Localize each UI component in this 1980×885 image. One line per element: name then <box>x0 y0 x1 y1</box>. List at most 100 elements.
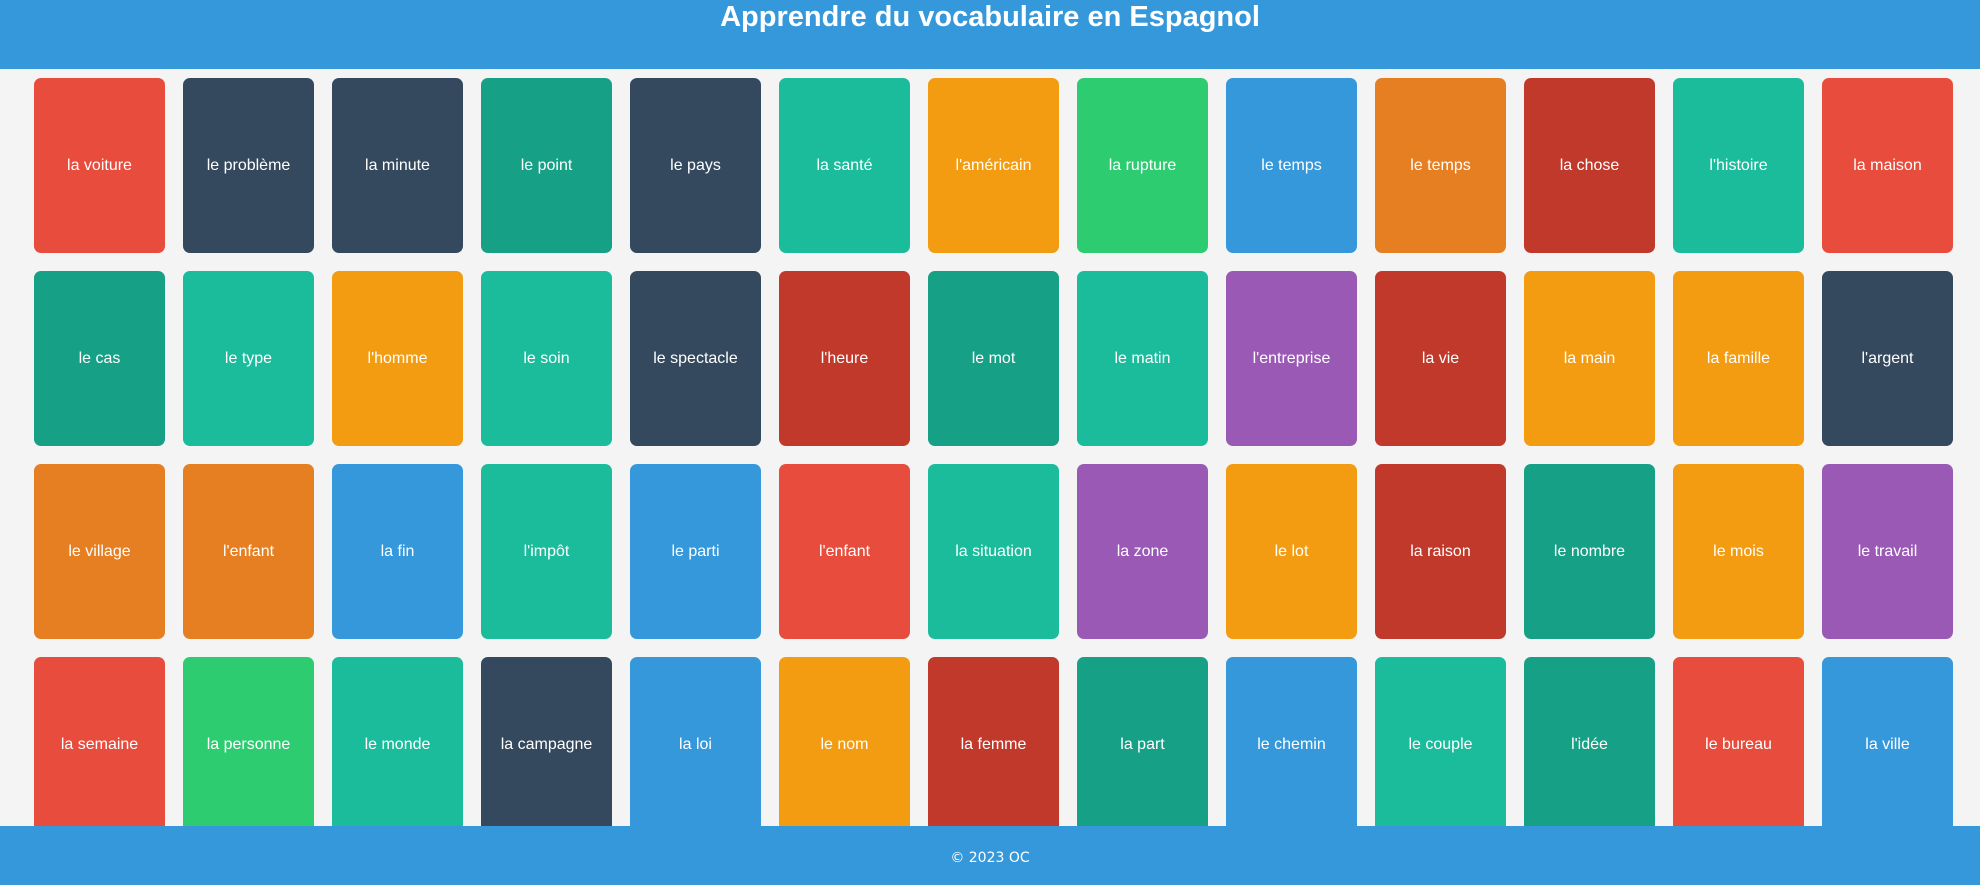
vocabulary-card-label: la minute <box>365 156 430 174</box>
vocabulary-card[interactable]: le problème <box>183 78 314 253</box>
vocabulary-card[interactable]: l'argent <box>1822 271 1953 446</box>
vocabulary-card-label: le chemin <box>1257 735 1326 753</box>
page-title: Apprendre du vocabulaire en Espagnol <box>720 1 1260 33</box>
vocabulary-card[interactable]: la semaine <box>34 657 165 832</box>
vocabulary-card[interactable]: la santé <box>779 78 910 253</box>
vocabulary-card[interactable]: la zone <box>1077 464 1208 639</box>
vocabulary-card[interactable]: l'américain <box>928 78 1059 253</box>
vocabulary-card-label: le cas <box>78 349 121 367</box>
vocabulary-card[interactable]: la raison <box>1375 464 1506 639</box>
page-footer: © 2023 OC <box>0 826 1980 885</box>
vocabulary-card-label: la chose <box>1559 156 1620 174</box>
vocabulary-card-label: la famille <box>1706 349 1771 367</box>
vocabulary-card-label: l'histoire <box>1709 156 1768 174</box>
vocabulary-card-label: la main <box>1563 349 1616 367</box>
vocabulary-card[interactable]: l'entreprise <box>1226 271 1357 446</box>
vocabulary-card-label: l'homme <box>367 349 428 367</box>
vocabulary-card[interactable]: la situation <box>928 464 1059 639</box>
vocabulary-card[interactable]: le pays <box>630 78 761 253</box>
vocabulary-card[interactable]: l'enfant <box>183 464 314 639</box>
vocabulary-card-label: le type <box>224 349 273 367</box>
vocabulary-card-label: la campagne <box>500 735 593 753</box>
vocabulary-card[interactable]: la campagne <box>481 657 612 832</box>
vocabulary-card-label: l'argent <box>1861 349 1914 367</box>
page-header: Apprendre du vocabulaire en Espagnol <box>0 0 1980 69</box>
vocabulary-card[interactable]: la loi <box>630 657 761 832</box>
vocabulary-card-label: le nombre <box>1553 542 1626 560</box>
vocabulary-card-grid: la voiture le problème la minute le point le… <box>34 78 1954 832</box>
footer-copyright: © 2023 OC <box>950 849 1030 866</box>
vocabulary-card-label: la ville <box>1865 735 1910 753</box>
vocabulary-card-label: la personne <box>206 735 291 753</box>
vocabulary-card[interactable]: le bureau <box>1673 657 1804 832</box>
vocabulary-card[interactable]: l'enfant <box>779 464 910 639</box>
vocabulary-card[interactable]: l'impôt <box>481 464 612 639</box>
vocabulary-card[interactable]: le type <box>183 271 314 446</box>
vocabulary-card[interactable]: l'idée <box>1524 657 1655 832</box>
vocabulary-card-label: la vie <box>1421 349 1460 367</box>
vocabulary-card-label: l'enfant <box>818 542 871 560</box>
vocabulary-card[interactable]: l'histoire <box>1673 78 1804 253</box>
vocabulary-card[interactable]: le mot <box>928 271 1059 446</box>
vocabulary-card-label: le point <box>520 156 573 174</box>
vocabulary-card[interactable]: le matin <box>1077 271 1208 446</box>
vocabulary-card-label: l'heure <box>820 349 869 367</box>
vocabulary-card[interactable]: le parti <box>630 464 761 639</box>
vocabulary-card[interactable]: l'homme <box>332 271 463 446</box>
vocabulary-card[interactable]: le temps <box>1226 78 1357 253</box>
vocabulary-card[interactable]: la voiture <box>34 78 165 253</box>
vocabulary-card-label: la zone <box>1116 542 1169 560</box>
vocabulary-card-label: le problème <box>206 156 291 174</box>
vocabulary-card[interactable]: la part <box>1077 657 1208 832</box>
vocabulary-card[interactable]: la fin <box>332 464 463 639</box>
vocabulary-card-label: le nom <box>820 735 869 753</box>
vocabulary-card-label: le mois <box>1713 542 1764 560</box>
vocabulary-card[interactable]: le soin <box>481 271 612 446</box>
vocabulary-card-label: la voiture <box>67 156 132 174</box>
vocabulary-card[interactable]: le monde <box>332 657 463 832</box>
vocabulary-card[interactable]: le nombre <box>1524 464 1655 639</box>
vocabulary-card-label: le spectacle <box>653 349 738 367</box>
vocabulary-card[interactable]: la famille <box>1673 271 1804 446</box>
vocabulary-card[interactable]: le chemin <box>1226 657 1357 832</box>
vocabulary-card-label: l'idée <box>1571 735 1608 753</box>
vocabulary-card[interactable]: le village <box>34 464 165 639</box>
vocabulary-card[interactable]: la maison <box>1822 78 1953 253</box>
vocabulary-card[interactable]: la personne <box>183 657 314 832</box>
vocabulary-card-label: le travail <box>1857 542 1918 560</box>
vocabulary-card-label: l'entreprise <box>1252 349 1331 367</box>
vocabulary-card[interactable]: le lot <box>1226 464 1357 639</box>
vocabulary-card[interactable]: le travail <box>1822 464 1953 639</box>
vocabulary-card[interactable]: la vie <box>1375 271 1506 446</box>
vocabulary-card[interactable]: le mois <box>1673 464 1804 639</box>
vocabulary-card[interactable]: le couple <box>1375 657 1506 832</box>
vocabulary-card-label: le couple <box>1408 735 1473 753</box>
vocabulary-card[interactable]: la chose <box>1524 78 1655 253</box>
vocabulary-card-label: la rupture <box>1108 156 1177 174</box>
vocabulary-card[interactable]: la minute <box>332 78 463 253</box>
vocabulary-card[interactable]: le nom <box>779 657 910 832</box>
vocabulary-card-label: la fin <box>380 542 415 560</box>
vocabulary-card[interactable]: le cas <box>34 271 165 446</box>
vocabulary-card-label: l'enfant <box>222 542 275 560</box>
vocabulary-card[interactable]: la ville <box>1822 657 1953 832</box>
vocabulary-card-label: la santé <box>816 156 873 174</box>
vocabulary-card-label: le mot <box>971 349 1016 367</box>
vocabulary-card-label: le temps <box>1410 156 1471 174</box>
vocabulary-card[interactable]: la rupture <box>1077 78 1208 253</box>
vocabulary-card-label: le lot <box>1274 542 1309 560</box>
vocabulary-card-label: le pays <box>670 156 721 174</box>
vocabulary-card-label: la semaine <box>60 735 139 753</box>
vocabulary-card-label: la situation <box>955 542 1032 560</box>
vocabulary-card-label: la part <box>1120 735 1165 753</box>
vocabulary-card-label: la maison <box>1853 156 1922 174</box>
vocabulary-card-label: l'impôt <box>523 542 570 560</box>
vocabulary-card[interactable]: le point <box>481 78 612 253</box>
vocabulary-card[interactable]: la main <box>1524 271 1655 446</box>
vocabulary-card[interactable]: le spectacle <box>630 271 761 446</box>
vocabulary-card-label: la raison <box>1410 542 1471 560</box>
vocabulary-card-label: le soin <box>523 349 570 367</box>
vocabulary-card[interactable]: le temps <box>1375 78 1506 253</box>
vocabulary-card[interactable]: la femme <box>928 657 1059 832</box>
vocabulary-card[interactable]: l'heure <box>779 271 910 446</box>
